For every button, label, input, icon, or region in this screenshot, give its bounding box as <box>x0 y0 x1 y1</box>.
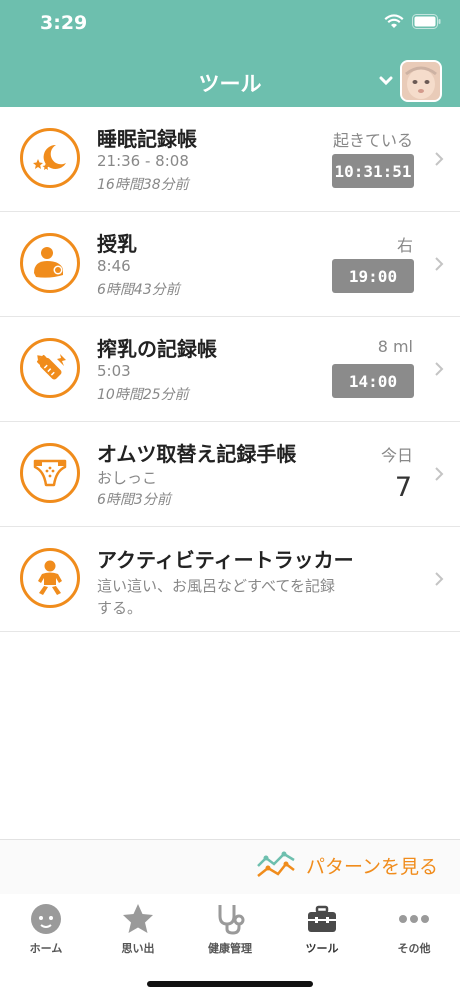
row-elapsed: 10時間25分前 <box>97 387 189 403</box>
navigation-header: 3:29 ツール <box>0 0 460 107</box>
row-status-label: 起きている <box>332 131 413 150</box>
chevron-right-icon <box>435 362 444 376</box>
status-icons <box>384 14 442 29</box>
row-time-range: 21:36 - 8:08 <box>97 152 189 170</box>
chevron-right-icon <box>435 257 444 271</box>
tab-health[interactable]: 健康管理 <box>184 902 276 956</box>
row-today-label: 今日 <box>380 446 413 465</box>
tab-label: その他 <box>397 942 431 955</box>
list-item-sleep-log[interactable]: 睡眠記録帳 21:36 - 8:08 16時間38分前 起きている 10:31:… <box>0 107 460 212</box>
duration-badge[interactable]: 19:00 <box>332 259 414 293</box>
home-indicator <box>147 981 313 987</box>
list-item-diaper-log[interactable]: オムツ取替え記録手帳 おしっこ 6時間3分前 今日 7 <box>0 422 460 527</box>
tab-bar: ホーム 思い出 健康管理 ツール その他 <box>0 894 460 964</box>
tab-more[interactable]: その他 <box>368 902 460 956</box>
tool-list: 睡眠記録帳 21:36 - 8:08 16時間38分前 起きている 10:31:… <box>0 107 460 632</box>
tab-label: ホーム <box>29 942 63 955</box>
wifi-icon <box>384 14 404 28</box>
row-title: オムツ取替え記録手帳 <box>97 442 297 466</box>
tab-label: 思い出 <box>121 942 155 955</box>
row-elapsed: 6時間43分前 <box>97 282 180 298</box>
star-icon <box>123 904 153 933</box>
row-amount-label: 8 ml <box>377 337 413 356</box>
tab-tools[interactable]: ツール <box>276 902 368 956</box>
today-count: 7 <box>394 472 412 503</box>
diaper-icon <box>20 443 80 503</box>
list-item-activity-tracker[interactable]: アクティビティートラッカー 這い這い、お風呂などすべてを記録する。 <box>0 527 460 632</box>
row-time: 5:03 <box>97 362 131 380</box>
row-time: 8:46 <box>97 257 131 275</box>
tab-label: 健康管理 <box>208 942 252 955</box>
row-title: 授乳 <box>97 232 137 256</box>
baby-avatar[interactable] <box>400 60 442 102</box>
more-dots-icon <box>399 915 429 923</box>
toolbox-icon <box>308 905 336 932</box>
tab-home[interactable]: ホーム <box>0 902 92 956</box>
row-title: 睡眠記録帳 <box>97 127 197 151</box>
row-elapsed: 16時間38分前 <box>97 177 189 193</box>
stethoscope-icon <box>218 905 245 935</box>
row-description: 這い這い、お風呂などすべてを記録する。 <box>97 577 336 617</box>
chevron-right-icon <box>435 572 444 586</box>
view-pattern-link[interactable]: パターンを見る <box>256 850 438 880</box>
time-badge[interactable]: 14:00 <box>332 364 414 398</box>
baby-face-icon <box>31 904 61 934</box>
chevron-down-icon[interactable] <box>379 76 393 86</box>
timer-badge[interactable]: 10:31:51 <box>332 154 414 188</box>
pattern-bar: パターンを見る <box>0 839 460 895</box>
row-title: 搾乳の記録帳 <box>97 337 217 361</box>
battery-icon <box>412 14 441 29</box>
chevron-right-icon <box>435 152 444 166</box>
row-elapsed: 6時間3分前 <box>97 492 171 508</box>
view-pattern-label: パターンを見る <box>305 855 438 878</box>
milk-bottle-icon <box>20 338 80 398</box>
row-side-label: 右 <box>396 236 413 255</box>
row-title: アクティビティートラッカー <box>97 548 354 572</box>
status-time: 3:29 <box>40 12 88 34</box>
breastfeeding-icon <box>20 233 80 293</box>
row-type: おしっこ <box>97 469 158 487</box>
chevron-right-icon <box>435 467 444 481</box>
trend-chart-icon <box>257 851 295 877</box>
tab-memories[interactable]: 思い出 <box>92 902 184 956</box>
sleep-moon-icon <box>20 128 80 188</box>
tab-label: ツール <box>305 942 339 955</box>
baby-activity-icon <box>20 548 80 608</box>
list-item-feeding[interactable]: 授乳 8:46 6時間43分前 右 19:00 <box>0 212 460 317</box>
baby-photo-icon <box>402 62 440 100</box>
list-item-pumping-log[interactable]: 搾乳の記録帳 5:03 10時間25分前 8 ml 14:00 <box>0 317 460 422</box>
